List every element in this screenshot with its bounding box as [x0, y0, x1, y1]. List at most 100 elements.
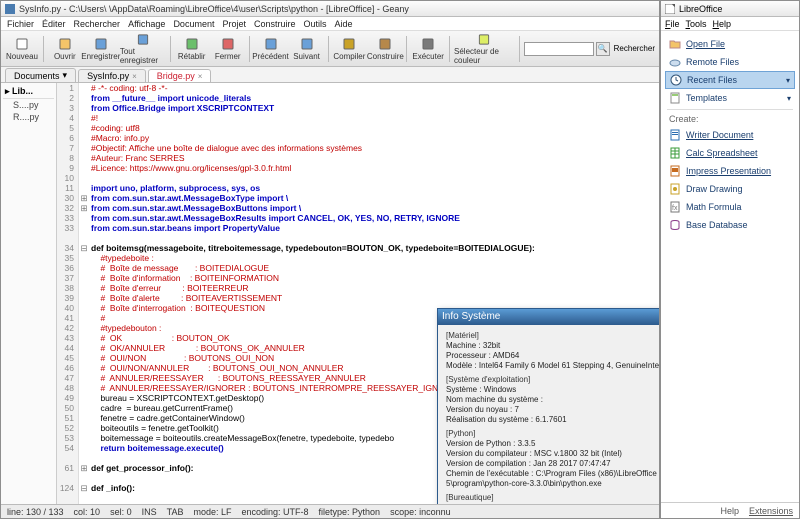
lo-menu-file[interactable]: File: [665, 19, 680, 29]
code-line[interactable]: 34⊟def boitemsg(messageboite, titreboite…: [57, 243, 659, 253]
dialog-titlebar[interactable]: Info Système ✕: [438, 309, 659, 325]
toolbar-nouveau[interactable]: Nouveau: [5, 33, 39, 65]
fold-icon: [79, 493, 89, 503]
toolbar-construire[interactable]: Construire: [368, 33, 402, 65]
code-line[interactable]: [57, 233, 659, 243]
code-line[interactable]: 1 # -*- coding: utf-8 -*-: [57, 83, 659, 93]
code-line[interactable]: 32⊞from com.sun.star.awt.MessageBoxButto…: [57, 203, 659, 213]
group-line: Système : Windows: [446, 385, 659, 395]
group-header: [Bureautique]: [446, 493, 659, 503]
menu-affichage[interactable]: Affichage: [128, 19, 165, 29]
code-line[interactable]: 9 #Licence: https://www.gnu.org/licenses…: [57, 163, 659, 173]
code-line[interactable]: 10: [57, 173, 659, 183]
base-button[interactable]: Base Database: [661, 216, 799, 234]
remote-files-button[interactable]: Remote Files: [661, 53, 799, 71]
editor-tab[interactable]: Bridge.py×: [148, 69, 212, 82]
fold-icon[interactable]: ⊞: [79, 463, 89, 473]
dialog-group: [Système d'exploitation]Système : Window…: [446, 375, 659, 425]
code-line[interactable]: 35 #typedeboite :: [57, 253, 659, 263]
help-link[interactable]: Help: [720, 506, 739, 516]
documents-sidebar[interactable]: ▸ Lib... S....py R....py: [1, 83, 57, 504]
menu-projet[interactable]: Projet: [222, 19, 246, 29]
toolbar-icon: [136, 33, 150, 46]
geany-titlebar: SysInfo.py - C:\Users\ \AppData\Roaming\…: [1, 1, 659, 17]
close-tab-icon[interactable]: ×: [132, 72, 137, 81]
code-line[interactable]: 33 from com.sun.star.beans import Proper…: [57, 223, 659, 233]
sidebar-tab-documents[interactable]: Documents ▾: [5, 68, 76, 82]
code-line[interactable]: 3 from Office.Bridge import XSCRIPTCONTE…: [57, 103, 659, 113]
code-editor[interactable]: 1 # -*- coding: utf-8 -*-2 from __future…: [57, 83, 659, 504]
open-file-button[interactable]: Open File: [661, 35, 799, 53]
fold-icon[interactable]: ⊞: [79, 203, 89, 213]
toolbar-fermer[interactable]: Fermer: [211, 33, 245, 65]
toolbar-icon: [421, 37, 435, 51]
toolbar-enregistrer[interactable]: Enregistrer: [84, 33, 118, 65]
fold-icon: [79, 313, 89, 323]
fold-icon[interactable]: ⊟: [79, 243, 89, 253]
menu-éditer[interactable]: Éditer: [42, 19, 66, 29]
code-line[interactable]: 39 # Boîte d'alerte : BOITEAVERTISSEMENT: [57, 293, 659, 303]
group-line: Version du noyau : 7: [446, 405, 659, 415]
writer-icon: [669, 129, 681, 141]
lo-menubar[interactable]: File Tools Help: [661, 17, 799, 31]
toolbar-tout-enregistrer[interactable]: Tout enregistrer: [120, 33, 166, 65]
menu-document[interactable]: Document: [173, 19, 214, 29]
recent-files-button[interactable]: Recent Files ▾: [665, 71, 795, 89]
calc-button[interactable]: Calc Spreadsheet: [661, 144, 799, 162]
geany-title-text: SysInfo.py - C:\Users\ \AppData\Roaming\…: [19, 4, 409, 14]
code-line[interactable]: 33 from com.sun.star.awt.MessageBoxResul…: [57, 213, 659, 223]
math-button[interactable]: fx Math Formula: [661, 198, 799, 216]
lo-menu-help[interactable]: Help: [713, 19, 732, 29]
geany-toolbar: Nouveau OuvrirEnregistrerTout enregistrer…: [1, 31, 659, 67]
toolbar-précédent[interactable]: Précédent: [254, 33, 288, 65]
toolbar-compiler[interactable]: Compiler: [332, 33, 366, 65]
fold-icon[interactable]: ⊞: [79, 193, 89, 203]
lo-sidebar: Open File Remote Files Recent Files ▾ Te…: [661, 31, 799, 502]
lo-menu-tools[interactable]: Tools: [686, 19, 707, 29]
libreoffice-start-center: LibreOffice FileToolsHelp Open File Remo…: [660, 0, 800, 519]
toolbar-rétablir[interactable]: Rétablir: [175, 33, 209, 65]
sidebar-file[interactable]: R....py: [3, 111, 54, 123]
toolbar-sélecteur-de-couleur[interactable]: Sélecteur de couleur: [454, 33, 515, 65]
sidebar-folder[interactable]: ▸ Lib...: [3, 85, 54, 99]
templates-button[interactable]: Templates ▾: [661, 89, 799, 107]
calc-icon: [669, 147, 681, 159]
fold-icon[interactable]: ⊟: [79, 483, 89, 493]
toolbar-exécuter[interactable]: Exécuter: [411, 33, 445, 65]
impress-button[interactable]: Impress Presentation: [661, 162, 799, 180]
code-line[interactable]: 5 #coding: utf8: [57, 123, 659, 133]
geany-menubar[interactable]: Fichier Éditer Rechercher Affichage Document…: [1, 17, 659, 31]
editor-tab[interactable]: SysInfo.py×: [78, 69, 146, 82]
toolbar-ouvrir[interactable]: Ouvrir: [48, 33, 82, 65]
menu-aide[interactable]: Aide: [335, 19, 353, 29]
menu-outils[interactable]: Outils: [304, 19, 327, 29]
menu-rechercher[interactable]: Rechercher: [74, 19, 121, 29]
sidebar-file[interactable]: S....py: [3, 99, 54, 111]
fold-icon: [79, 443, 89, 453]
menu-fichier[interactable]: Fichier: [7, 19, 34, 29]
code-line[interactable]: 2 from __future__ import unicode_literal…: [57, 93, 659, 103]
code-line[interactable]: 30⊞from com.sun.star.awt.MessageBoxType …: [57, 193, 659, 203]
draw-button[interactable]: Draw Drawing: [661, 180, 799, 198]
code-line[interactable]: 6 #Macro: info.py: [57, 133, 659, 143]
writer-button[interactable]: Writer Document: [661, 126, 799, 144]
fold-icon: [79, 303, 89, 313]
menu-construire[interactable]: Construire: [254, 19, 296, 29]
search-input[interactable]: [524, 42, 594, 56]
fold-icon: [79, 293, 89, 303]
code-line[interactable]: 7 #Objectif: Affiche une boîte de dialog…: [57, 143, 659, 153]
code-line[interactable]: 38 # Boîte d'erreur : BOITEERREUR: [57, 283, 659, 293]
code-line[interactable]: 4 #!: [57, 113, 659, 123]
close-tab-icon[interactable]: ×: [198, 72, 203, 81]
code-line[interactable]: 8 #Auteur: Franc SERRES: [57, 153, 659, 163]
code-line[interactable]: 36 # Boîte de message : BOITEDIALOGUE: [57, 263, 659, 273]
dialog-title: Info Système: [442, 312, 500, 322]
search-button[interactable]: 🔍: [596, 42, 610, 56]
code-line[interactable]: 37 # Boîte d'information : BOITEINFORMAT…: [57, 273, 659, 283]
toolbar-suivant[interactable]: Suivant: [290, 33, 324, 65]
fold-icon: [79, 173, 89, 183]
group-header: [Système d'exploitation]: [446, 375, 659, 385]
code-line[interactable]: 11 import uno, platform, subprocess, sys…: [57, 183, 659, 193]
extensions-link[interactable]: Extensions: [749, 506, 793, 516]
fold-icon: [79, 383, 89, 393]
